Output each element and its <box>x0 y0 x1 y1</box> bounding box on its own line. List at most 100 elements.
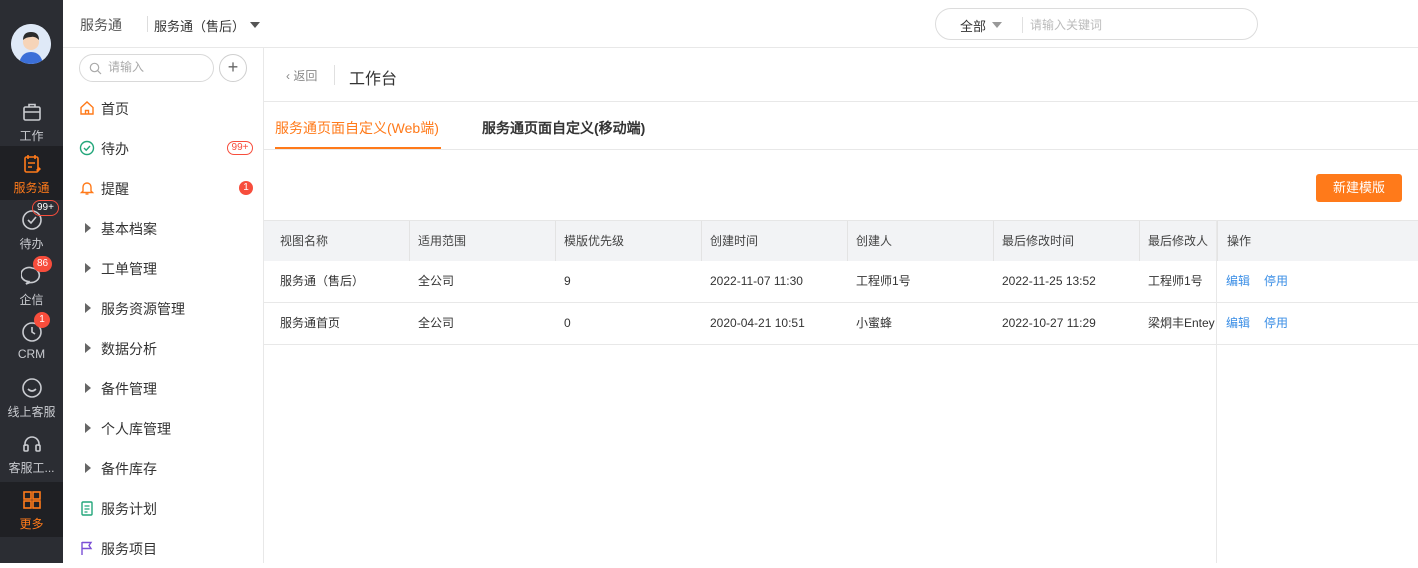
search-input[interactable] <box>1030 16 1240 34</box>
actions-cell: 编辑 停用 <box>1217 303 1418 344</box>
briefcase-icon <box>22 103 41 121</box>
sidebar-item-todo[interactable]: 待办 99+ <box>63 128 263 168</box>
triangle-right-icon <box>85 343 91 353</box>
headset-icon <box>22 436 41 452</box>
flag-icon <box>81 541 93 555</box>
reminder-count-badge: 1 <box>239 181 253 195</box>
sidebar-item-home[interactable]: 首页 <box>63 88 263 128</box>
rail-item-label: 线上客服 <box>7 405 56 419</box>
sidebar-item-label: 个人库管理 <box>101 421 171 437</box>
chevron-down-icon[interactable] <box>992 22 1002 28</box>
global-search: 全部 <box>935 8 1258 40</box>
todo-count-badge: 99+ <box>32 200 59 216</box>
rail-item-online-service[interactable]: 线上客服 <box>0 370 63 426</box>
table-row[interactable]: 服务通首页 全公司 0 2020-04-21 10:51 小蜜蜂 2022-10… <box>264 303 1418 345</box>
new-template-button[interactable]: 新建模版 <box>1316 174 1402 202</box>
back-label: 返回 <box>293 69 318 83</box>
sidebar-item-spare-stock[interactable]: 备件库存 <box>63 448 263 488</box>
bell-icon <box>79 182 95 195</box>
table-cell: 2022-11-25 13:52 <box>1002 274 1096 288</box>
sidebar-item-label: 备件管理 <box>101 381 157 397</box>
user-avatar[interactable] <box>11 24 51 64</box>
table-cell: 2022-11-07 11:30 <box>710 274 803 288</box>
sidebar-item-data-analysis[interactable]: 数据分析 <box>63 328 263 368</box>
search-icon <box>89 62 102 75</box>
sidebar-item-service-items[interactable]: 服务项目 <box>63 528 263 568</box>
table-cell: 2022-10-27 11:29 <box>1002 316 1096 330</box>
column-header: 最后修改时间 <box>994 221 1140 261</box>
rail-item-todo[interactable]: 待办 99+ <box>0 200 63 258</box>
rail-item-service[interactable]: 服务通 <box>0 146 63 200</box>
app-selector[interactable]: 服务通（售后） <box>154 16 245 35</box>
sidebar-item-label: 工单管理 <box>101 261 157 277</box>
rail-item-more[interactable]: 更多 <box>0 482 63 537</box>
active-tab-indicator <box>275 147 441 149</box>
rail-item-label: 客服工... <box>8 461 55 475</box>
table-cell: 服务通首页 <box>280 316 341 330</box>
table-cell: 全公司 <box>418 316 455 330</box>
rail-item-crm[interactable]: CRM 1 <box>0 312 63 370</box>
main-content: ‹ 返回 工作台 服务通页面自定义(Web端) 服务通页面自定义(移动端) 新建… <box>264 48 1418 563</box>
chevron-down-icon[interactable] <box>250 22 260 28</box>
crm-count-badge: 1 <box>34 312 50 328</box>
rail-item-label: 待办 <box>19 237 44 251</box>
tab-mobile[interactable]: 服务通页面自定义(移动端) <box>482 118 645 138</box>
sidebar-item-spare-parts[interactable]: 备件管理 <box>63 368 263 408</box>
tab-web[interactable]: 服务通页面自定义(Web端) <box>275 118 439 138</box>
sidebar-item-label: 首页 <box>101 101 129 117</box>
column-header: 创建时间 <box>702 221 848 261</box>
triangle-right-icon <box>85 423 91 433</box>
table-cell: 小蜜蜂 <box>856 316 893 330</box>
sidebar-item-label: 待办 <box>101 141 129 157</box>
rail-item-service-desk[interactable]: 客服工... <box>0 426 63 482</box>
triangle-right-icon <box>85 263 91 273</box>
rail-item-label: 工作 <box>19 129 44 143</box>
sidebar-item-reminder[interactable]: 提醒 1 <box>63 168 263 208</box>
edit-link[interactable]: 编辑 <box>1226 274 1250 288</box>
page-header: ‹ 返回 工作台 <box>264 48 1418 102</box>
sidebar-item-label: 服务计划 <box>101 501 157 517</box>
app-title: 服务通 <box>80 17 122 33</box>
column-header: 操作 <box>1217 221 1418 261</box>
search-scope-select[interactable]: 全部 <box>960 16 986 35</box>
todo-count-badge: 99+ <box>227 141 253 155</box>
triangle-right-icon <box>85 383 91 393</box>
sidebar-item-label: 基本档案 <box>101 221 157 237</box>
edit-link[interactable]: 编辑 <box>1226 316 1250 330</box>
sidebar-item-personal-store[interactable]: 个人库管理 <box>63 408 263 448</box>
rail-item-messenger[interactable]: 企信 86 <box>0 256 63 314</box>
sidebar-search-input[interactable] <box>108 60 208 74</box>
sidebar: + 首页 待办 99+ 提醒 1 基本档案 工单管理 服务资源管理 数据分析 备… <box>63 48 264 563</box>
tab-bar: 服务通页面自定义(Web端) 服务通页面自定义(移动端) <box>264 103 1418 150</box>
divider <box>334 65 335 85</box>
sidebar-item-label: 提醒 <box>101 181 129 197</box>
top-bar: 服务通 服务通（售后） 全部 <box>63 0 1418 48</box>
grid-icon <box>22 491 41 509</box>
sidebar-item-work-order[interactable]: 工单管理 <box>63 248 263 288</box>
disable-link[interactable]: 停用 <box>1264 274 1288 288</box>
table-cell: 工程师1号 <box>1148 274 1203 288</box>
sidebar-search <box>79 54 214 82</box>
rail-item-label: CRM <box>17 347 46 361</box>
disable-link[interactable]: 停用 <box>1264 316 1288 330</box>
sidebar-item-service-plan[interactable]: 服务计划 <box>63 488 263 528</box>
sidebar-item-label: 备件库存 <box>101 461 157 477</box>
table-header: 视图名称 适用范围 模版优先级 创建时间 创建人 最后修改时间 最后修改人 操作 <box>264 220 1418 261</box>
sidebar-item-service-resources[interactable]: 服务资源管理 <box>63 288 263 328</box>
back-button[interactable]: ‹ 返回 <box>286 67 317 84</box>
column-header: 模版优先级 <box>556 221 702 261</box>
smile-chat-icon <box>21 378 42 398</box>
triangle-right-icon <box>85 223 91 233</box>
column-header: 视图名称 <box>264 221 410 261</box>
table-row[interactable]: 服务通（售后） 全公司 9 2022-11-07 11:30 工程师1号 202… <box>264 261 1418 303</box>
add-button[interactable]: + <box>219 54 247 82</box>
divider <box>1022 17 1023 33</box>
rail-item-work[interactable]: 工作 <box>0 94 63 150</box>
divider <box>147 16 148 32</box>
table-cell: 0 <box>564 316 571 330</box>
sidebar-item-label: 数据分析 <box>101 341 157 357</box>
sidebar-item-basic-archive[interactable]: 基本档案 <box>63 208 263 248</box>
sidebar-item-label: 服务资源管理 <box>101 301 185 317</box>
column-header: 创建人 <box>848 221 994 261</box>
sidebar-item-label: 服务项目 <box>101 541 157 557</box>
